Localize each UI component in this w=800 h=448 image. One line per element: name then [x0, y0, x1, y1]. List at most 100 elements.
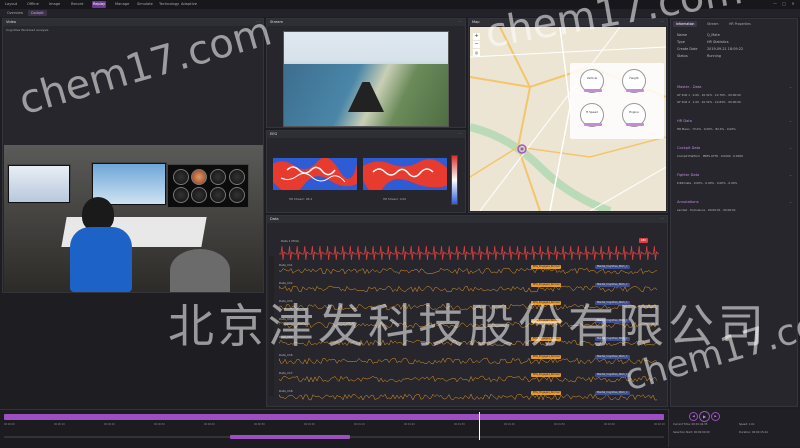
signal-row[interactable]: Data_Ch1 EEG_Engaged_Normal Mental_Cogniti…	[279, 263, 659, 275]
playback-controls: ◀ ▶ ▶ Current Time: 00:01:44.35 Speed: 1…	[668, 409, 800, 447]
more-icon[interactable]: ⋯	[458, 131, 462, 137]
speed: Speed: 1.0x	[739, 423, 755, 426]
menu-item-replay[interactable]: Replay	[92, 1, 107, 8]
pilot-head	[82, 197, 114, 231]
chevron-down-icon[interactable]: ⌄	[789, 119, 792, 123]
signal-row[interactable]: Data_Ch8 EEG_Engaged_Normal Mental_Cogniti…	[279, 389, 659, 401]
timeline[interactable]: 00:00:00 00:00:10 00:00:20 00:00:30 00:00:40…	[0, 409, 668, 448]
event-badge-secondary[interactable]: Mental_Cognitive_Work_1	[595, 301, 630, 305]
more-icon[interactable]: ⋯	[660, 216, 664, 222]
event-badge[interactable]: EEG_Engaged_Normal	[531, 337, 562, 341]
ecg-wave	[279, 245, 659, 261]
info-key: Name	[677, 33, 688, 37]
signal-panel-title: Data	[267, 216, 667, 223]
event-badge-secondary[interactable]: Mental_Cognitive_Work_1	[595, 337, 630, 341]
left-monitor	[7, 164, 71, 204]
signal-row[interactable]: Data_Ch5 EEG_Engaged_Normal Mental_Cogniti…	[279, 335, 659, 347]
heatmap-1-label: HR Stream: 98.4	[289, 197, 313, 201]
gauge-vertical: Vertical	[580, 69, 604, 93]
menu-item-layout[interactable]: Layout	[4, 1, 18, 8]
timeline-tick: 00:01:10	[354, 423, 365, 426]
tab-overview[interactable]: Overview	[4, 10, 26, 16]
zoom-in-icon[interactable]: +	[473, 33, 480, 40]
close-icon[interactable]: ✕	[789, 1, 797, 7]
heatmap-2-label: HR Stream: 0.00	[383, 197, 407, 201]
info-value: Running	[707, 54, 721, 58]
colorbar	[451, 155, 458, 205]
section-heading[interactable]: Cockpit Data	[677, 146, 700, 150]
timeline-tick: 00:01:20	[404, 423, 415, 426]
timeline-selection[interactable]	[230, 435, 350, 439]
info-panel: Information Stream HR Properties Name Q_M…	[670, 18, 798, 407]
timeline-tick: 00:01:40	[504, 423, 515, 426]
event-badge-secondary[interactable]: Mental_Cognitive_Work_1	[595, 319, 630, 323]
tab-hr-properties[interactable]: HR Properties	[729, 21, 751, 27]
event-badge[interactable]: EEG_Engaged_Normal	[531, 283, 562, 287]
gauge-value-badge	[626, 89, 644, 92]
play-icon[interactable]: ▶	[699, 411, 710, 422]
eeg-panel-title: EEG	[267, 131, 465, 138]
chevron-down-icon[interactable]: ⌄	[789, 146, 792, 150]
menu-item-image[interactable]: Image	[48, 1, 61, 8]
more-icon[interactable]: ⋯	[256, 19, 260, 25]
menu-item-manage[interactable]: Manage	[114, 1, 130, 8]
section-line: GF SCR 2 · 1.00 · 10.32% · 10.84% · 00:0…	[677, 100, 741, 104]
chevron-down-icon[interactable]: ⌄	[789, 85, 792, 89]
signal-row[interactable]: Data_Ch2 EEG_Engaged_Normal Mental_Cogniti…	[279, 281, 659, 293]
more-icon[interactable]: ⋯	[660, 19, 664, 25]
minimize-icon[interactable]: —	[771, 1, 779, 7]
signal-row[interactable]: Data_Ch3 EEG_Engaged_Normal Mental_Cogniti…	[279, 299, 659, 311]
next-icon[interactable]: ▶	[711, 412, 720, 421]
menu-item-offline[interactable]: Offline	[26, 1, 40, 8]
event-badge-secondary[interactable]: Mental_Cognitive_Work_1	[595, 355, 630, 359]
event-badge[interactable]: EEG_Engaged_Normal	[531, 301, 562, 305]
timeline-playhead[interactable]	[479, 412, 481, 440]
menu-item-technology[interactable]: Technology	[158, 1, 180, 8]
gauge-speed: H Speed	[580, 103, 604, 127]
chevron-down-icon[interactable]: ⌄	[789, 200, 792, 204]
tab-information[interactable]: Information	[673, 21, 698, 27]
heatmap-1	[273, 158, 357, 190]
timeline-tick: 00:01:50	[554, 423, 565, 426]
section-line: Landed · Turbulence · 00:00:01 · 00:00:0…	[677, 208, 736, 212]
signal-row[interactable]: Data_Ch7 EEG_Engaged_Normal Mental_Cogniti…	[279, 371, 659, 383]
zoom-out-icon[interactable]: −	[473, 41, 480, 48]
chevron-down-icon[interactable]: ⌄	[789, 173, 792, 177]
video-panel-title: Video	[3, 19, 263, 26]
event-badge[interactable]: EEG_Engaged_Normal	[531, 373, 562, 377]
signal-row[interactable]: Data_Ch6 EEG_Engaged_Normal Mental_Cogniti…	[279, 353, 659, 365]
gauge-cluster: Vertical Height H Speed Engine	[570, 63, 664, 139]
signal-row[interactable]: Data_Ch4 EEG_Engaged_Normal Mental_Cogniti…	[279, 317, 659, 329]
event-badge-secondary[interactable]: Mental_Cognitive_Work_1	[595, 265, 630, 269]
ecg-label: Data 1 (ECG)	[281, 239, 300, 243]
maximize-icon[interactable]: □	[780, 1, 788, 7]
signal-scrollbar[interactable]	[269, 256, 274, 396]
map-view[interactable]: + − ◎ Vertical Height H Speed Engine	[470, 27, 666, 211]
tab-stream[interactable]: Stream	[707, 21, 719, 27]
section-heading[interactable]: Master - Data	[677, 85, 701, 89]
timeline-track[interactable]	[4, 414, 664, 420]
event-badge[interactable]: EEG_Engaged_Normal	[531, 319, 562, 323]
menu-item-adaptive[interactable]: Adaptive	[180, 1, 198, 8]
prev-icon[interactable]: ◀	[689, 412, 698, 421]
eeg-panel: EEG ⋯ HR Stream: 98.4 HR Stream: 0.00	[266, 130, 466, 213]
stream-panel-title: Stream	[267, 19, 465, 26]
section-heading[interactable]: HR Data	[677, 119, 692, 123]
tab-cockpit[interactable]: Cockpit	[28, 10, 47, 16]
section-heading[interactable]: Annotations	[677, 200, 699, 204]
locate-icon[interactable]: ◎	[473, 49, 480, 56]
event-badge[interactable]: EEG_Engaged_Normal	[531, 355, 562, 359]
section-heading[interactable]: Fighter Data	[677, 173, 699, 177]
more-icon[interactable]: ⋯	[458, 19, 462, 25]
event-badge-secondary[interactable]: Mental_Cognitive_Work_1	[595, 283, 630, 287]
event-badge-secondary[interactable]: Mental_Cognitive_Work_1	[595, 391, 630, 395]
event-badge-secondary[interactable]: Mental_Cognitive_Work_1	[595, 373, 630, 377]
gauge-value-badge	[584, 89, 602, 92]
event-badge[interactable]: EEG_Engaged_Normal	[531, 391, 562, 395]
menu-item-simulate[interactable]: Simulate	[136, 1, 154, 8]
event-badge[interactable]: EEG_Engaged_Normal	[531, 265, 562, 269]
flight-sim-view[interactable]	[283, 31, 449, 127]
menu-item-record[interactable]: Record	[70, 1, 84, 8]
info-key: Create Date	[677, 47, 698, 51]
cockpit-video[interactable]	[4, 145, 263, 292]
